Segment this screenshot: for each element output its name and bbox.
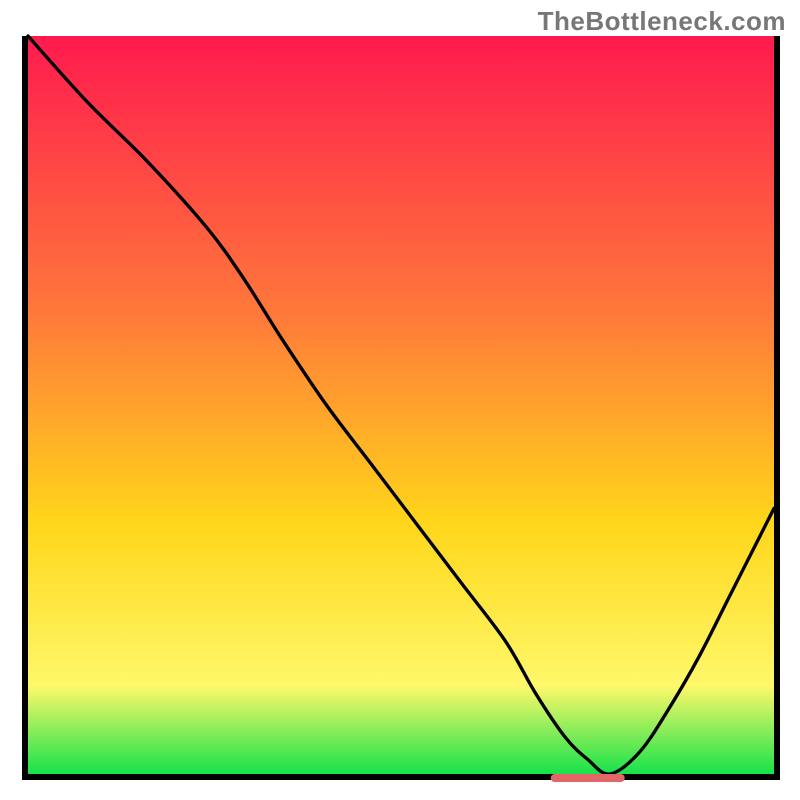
watermark-text: TheBottleneck.com xyxy=(538,6,786,37)
optimal-range-marker xyxy=(550,774,625,782)
bottleneck-curve xyxy=(28,36,774,774)
plot-area xyxy=(22,36,780,780)
chart-stage: TheBottleneck.com xyxy=(0,0,800,800)
